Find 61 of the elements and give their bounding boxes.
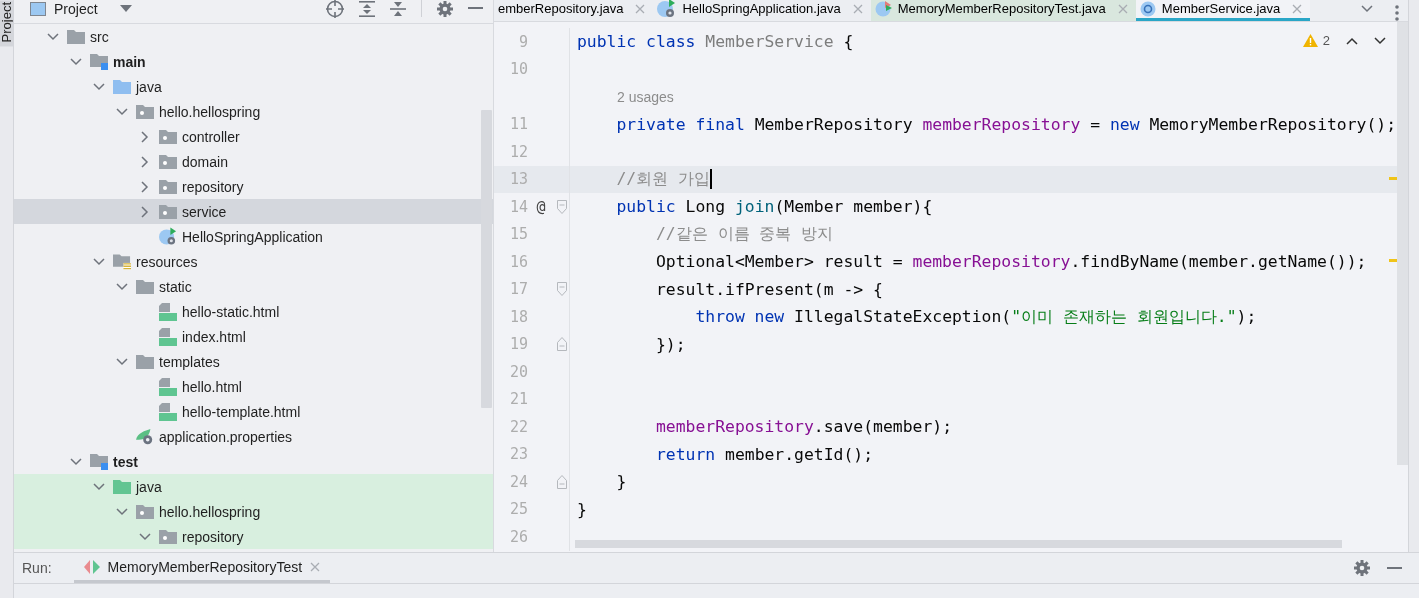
line-number: 23 xyxy=(508,445,528,464)
code-line: memberRepository.save(member); xyxy=(654,417,952,437)
line-number: 15 xyxy=(508,225,528,244)
code-line: return member.getId(); xyxy=(654,444,874,464)
code-line: //같은 이름 중복 방지 xyxy=(654,223,834,246)
line-number: 18 xyxy=(508,307,528,326)
override-marker[interactable]: @ xyxy=(536,197,546,216)
line-number: 9 xyxy=(517,32,528,51)
line-number: 14 xyxy=(508,197,528,216)
tree-item[interactable]: resources xyxy=(14,249,493,274)
line-number: 11 xyxy=(508,115,528,134)
tree-item[interactable]: HelloSpringApplication xyxy=(14,224,493,249)
warning-counter[interactable]: 2 xyxy=(1302,33,1330,48)
tree-item[interactable]: hello-template.html xyxy=(14,399,493,424)
line-number: 17 xyxy=(508,280,528,299)
line-number: 25 xyxy=(508,500,528,519)
tree-item[interactable]: repository xyxy=(14,174,493,199)
tree-item[interactable]: repository xyxy=(14,524,493,549)
line-number: 16 xyxy=(508,252,528,271)
code-line: } xyxy=(577,499,587,519)
code-line: } xyxy=(615,472,627,492)
line-number: 26 xyxy=(508,527,528,546)
tree-item[interactable]: domain xyxy=(14,149,493,174)
code-line: result.ifPresent(m -> { xyxy=(654,279,883,299)
panel-title[interactable]: Project xyxy=(54,0,98,17)
tree-item[interactable]: application.properties xyxy=(14,424,493,449)
tree-item[interactable]: hello.html xyxy=(14,374,493,399)
code-line: public Long join(Member member){ xyxy=(615,197,933,217)
run-label: Run: xyxy=(22,560,52,576)
tree-item[interactable]: hello-static.html xyxy=(14,299,493,324)
editor-tab[interactable]: HelloSpringApplication.java xyxy=(653,0,871,21)
tree-item[interactable]: hello.hellospring xyxy=(14,499,493,524)
line-number: 22 xyxy=(508,417,528,436)
line-number: 20 xyxy=(508,362,528,381)
line-number: 13 xyxy=(508,170,528,189)
code-line: Optional<Member> result = memberRepository.findByName(member.getName()); xyxy=(654,252,1367,272)
tree-item[interactable]: java xyxy=(14,74,493,99)
run-tab[interactable]: MemoryMemberRepositoryTest xyxy=(73,553,331,583)
code-line: public class MemberService { xyxy=(577,32,854,52)
tree-item[interactable]: src xyxy=(14,24,493,49)
tree-item[interactable]: service xyxy=(14,199,493,224)
line-number: 12 xyxy=(508,142,528,161)
tree-item[interactable]: java xyxy=(14,474,493,499)
editor-tab[interactable]: emberRepository.java xyxy=(494,0,654,21)
code-line: throw new IllegalStateException("이미 존재하는 회원입니다."); xyxy=(694,305,1257,328)
tree-item[interactable]: test xyxy=(14,449,493,474)
editor-tab[interactable]: MemoryMemberRepositoryTest.java xyxy=(870,0,1136,21)
line-number: 24 xyxy=(508,472,528,491)
tree-item[interactable]: index.html xyxy=(14,324,493,349)
tree-item[interactable]: templates xyxy=(14,349,493,374)
tree-item[interactable]: hello.hellospring xyxy=(14,99,493,124)
line-number: 19 xyxy=(508,335,528,354)
code-line: //회원 가입 xyxy=(615,168,711,191)
editor-tab[interactable]: MemberService.java xyxy=(1135,0,1311,21)
line-number: 10 xyxy=(508,60,528,79)
tree-item[interactable]: static xyxy=(14,274,493,299)
tree-item[interactable]: main xyxy=(14,49,493,74)
code-line: private final MemberRepository memberRepository = new MemoryMemberRepository(); xyxy=(615,114,1397,134)
code-line: }); xyxy=(654,334,686,354)
tree-item[interactable]: controller xyxy=(14,124,493,149)
line-number: 21 xyxy=(508,390,528,409)
